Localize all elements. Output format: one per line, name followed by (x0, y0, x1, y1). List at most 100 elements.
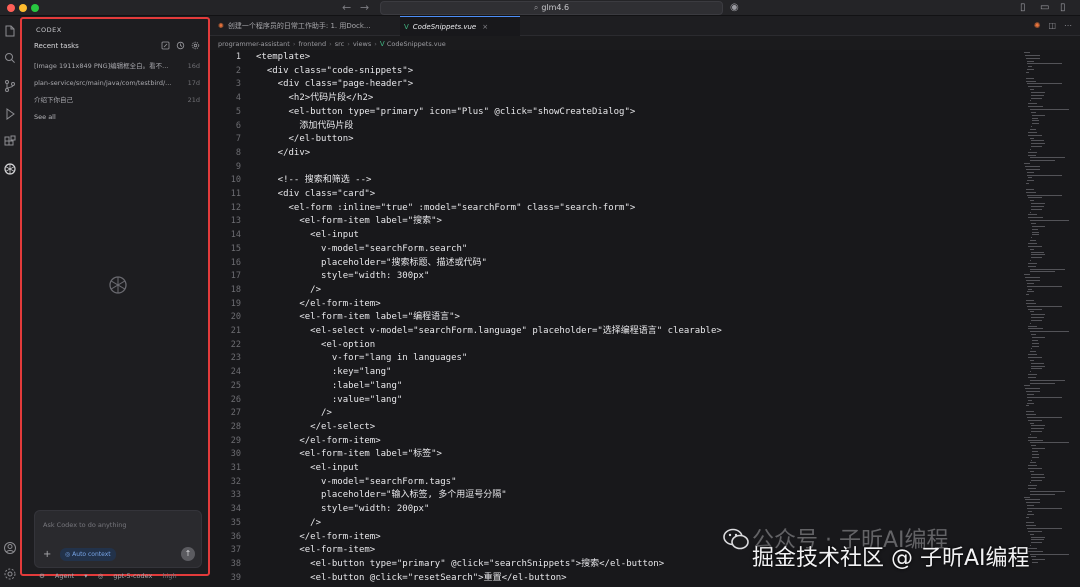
minimap-line (1025, 277, 1040, 279)
code-line[interactable]: 29 </el-form-item> (210, 435, 1020, 449)
code-line[interactable]: 34 style="width: 200px" (210, 503, 1020, 517)
see-all-link[interactable]: See all (34, 113, 56, 121)
code-line[interactable]: 20 <el-form-item label="编程语言"> (210, 311, 1020, 325)
minimap-line (1028, 356, 1043, 358)
code-line[interactable]: 32 v-model="searchForm.tags" (210, 476, 1020, 490)
plus-icon[interactable]: + (43, 550, 51, 560)
code-line[interactable]: 9 (210, 161, 1020, 175)
command-center-text: glm4.6 (541, 3, 570, 12)
code-line[interactable]: 30 <el-form-item label="标签"> (210, 448, 1020, 462)
code-line[interactable]: 27 /> (210, 407, 1020, 421)
split-editor-icon[interactable]: ◫ (1048, 21, 1056, 30)
line-number: 11 (230, 189, 241, 199)
code-line[interactable]: 14 <el-input (210, 229, 1020, 243)
forward-arrow-icon[interactable]: → (360, 1, 369, 15)
code-line[interactable]: 7 </el-button> (210, 133, 1020, 147)
code-line[interactable]: 19 </el-form-item> (210, 298, 1020, 312)
maximize-window-button[interactable] (31, 4, 39, 12)
toggle-sidebar-icon[interactable]: ▯ (1020, 2, 1026, 14)
minimap-line (1027, 194, 1063, 196)
files-icon[interactable] (3, 24, 17, 38)
minimap-line (1024, 274, 1030, 276)
code-line[interactable]: 21 <el-select v-model="searchForm.langua… (210, 325, 1020, 339)
code-line[interactable]: 13 <el-form-item label="搜索"> (210, 215, 1020, 229)
code-editor[interactable]: 1 <template> 2 <div class="code-snippets">… (210, 50, 1020, 587)
task-item[interactable]: plan-service/src/main/java/com/testbird/… (34, 77, 200, 89)
minimap-line (1031, 562, 1038, 564)
task-item[interactable]: 介绍下你自己 21d (34, 94, 200, 106)
tab-chat[interactable]: ✺ 创建一个程序员的日常工作助手: 1. 用Dock... (214, 16, 398, 36)
close-window-button[interactable] (7, 4, 15, 12)
code-text: <el-option (256, 339, 376, 350)
line-number: 12 (230, 202, 241, 213)
auto-context-button[interactable]: ◎ Auto context (60, 548, 116, 561)
chat-input-box[interactable]: Ask Codex to do anything + ◎ Auto contex… (34, 510, 202, 568)
watermark-bottom-text: 掘金技术社区 @ 子昕AI编程 (752, 546, 1030, 571)
search-icon[interactable] (3, 51, 17, 65)
model-icon: ◎ (97, 572, 106, 580)
minimap-line (1024, 385, 1030, 387)
code-line[interactable]: 23 v-for="lang in languages" (210, 352, 1020, 366)
code-line[interactable]: 16 placeholder="搜索标题、描述或代码" (210, 257, 1020, 271)
code-line[interactable]: 2 <div class="code-snippets"> (210, 65, 1020, 79)
code-line[interactable]: 15 v-model="searchForm.search" (210, 243, 1020, 257)
copilot-icon[interactable]: ◉ (730, 2, 739, 14)
code-line[interactable]: 11 <div class="card"> (210, 188, 1020, 202)
more-actions-icon[interactable]: ⋯ (1064, 21, 1072, 30)
code-line[interactable]: 26 :value="lang" (210, 394, 1020, 408)
code-line[interactable]: 5 <el-button type="primary" icon="Plus" … (210, 106, 1020, 120)
code-line[interactable]: 3 <div class="page-header"> (210, 78, 1020, 92)
close-tab-icon[interactable]: × (482, 23, 488, 31)
code-line[interactable]: 8 </div> (210, 147, 1020, 161)
toggle-secondary-sidebar-icon[interactable]: ▯ (1060, 2, 1066, 14)
agent-mode-select[interactable]: ⚙ Agent ▾ (39, 572, 88, 580)
code-line[interactable]: 22 <el-option (210, 339, 1020, 353)
source-control-icon[interactable] (3, 79, 17, 93)
back-arrow-icon[interactable]: ← (342, 1, 351, 15)
code-line[interactable]: 33 placeholder="输入标签, 多个用逗号分隔" (210, 489, 1020, 503)
codex-icon[interactable] (3, 162, 17, 176)
gear-icon[interactable] (191, 41, 200, 50)
settings-icon[interactable] (3, 567, 17, 581)
code-line[interactable]: 31 <el-input (210, 462, 1020, 476)
code-line[interactable]: 10 <!-- 搜索和筛选 --> (210, 174, 1020, 188)
code-line[interactable]: 1 <template> (210, 51, 1020, 65)
code-line[interactable]: 39 <el-button @click="resetSearch">重置</e… (210, 572, 1020, 586)
breadcrumb-item[interactable]: programmer-assistant (218, 40, 290, 48)
minimap-line (1030, 334, 1037, 336)
code-line[interactable]: 6 添加代码片段 (210, 120, 1020, 134)
account-icon[interactable] (3, 541, 17, 555)
code-line[interactable]: 4 <h2>代码片段</h2> (210, 92, 1020, 106)
minimap-line (1029, 433, 1031, 435)
breadcrumb-item[interactable]: frontend (298, 40, 326, 48)
tab-codesnippets[interactable]: V CodeSnippets.vue × (400, 16, 520, 36)
minimize-window-button[interactable] (19, 4, 27, 12)
task-item[interactable]: [Image 1911x849 PNG]编辑框全白。看不... 16d (34, 60, 200, 72)
history-icon[interactable] (176, 41, 185, 50)
minimap-line (1031, 231, 1039, 233)
code-line[interactable]: 17 style="width: 300px" (210, 270, 1020, 284)
model-select[interactable]: ◎ gpt-5-codex high (98, 572, 185, 580)
toggle-panel-icon[interactable]: ▭ (1040, 2, 1049, 14)
code-line[interactable]: 24 :key="lang" (210, 366, 1020, 380)
minimap-line (1026, 391, 1040, 393)
run-debug-icon[interactable] (3, 107, 17, 121)
extensions-icon[interactable] (3, 135, 17, 149)
minimap-line (1030, 365, 1046, 367)
code-text: <el-input (256, 230, 359, 241)
code-line[interactable]: 28 </el-select> (210, 421, 1020, 435)
minimap[interactable] (1020, 50, 1080, 587)
code-line[interactable]: 25 :label="lang" (210, 380, 1020, 394)
chat-input-placeholder[interactable]: Ask Codex to do anything (43, 521, 127, 529)
breadcrumb-item[interactable]: views (353, 40, 371, 48)
minimap-line (1030, 208, 1042, 210)
breadcrumb-item[interactable]: src (335, 40, 345, 48)
command-center-search[interactable]: ⌕ glm4.6 (380, 1, 723, 15)
chat-action-icon[interactable]: ✺ (1034, 21, 1041, 30)
breadcrumb-item[interactable]: CodeSnippets.vue (387, 40, 446, 48)
new-task-icon[interactable] (161, 41, 170, 50)
code-line[interactable]: 18 /> (210, 284, 1020, 298)
minimap-line (1028, 308, 1043, 310)
send-arrow-icon[interactable]: ↑ (181, 547, 195, 561)
code-line[interactable]: 12 <el-form :inline="true" :model="searc… (210, 202, 1020, 216)
